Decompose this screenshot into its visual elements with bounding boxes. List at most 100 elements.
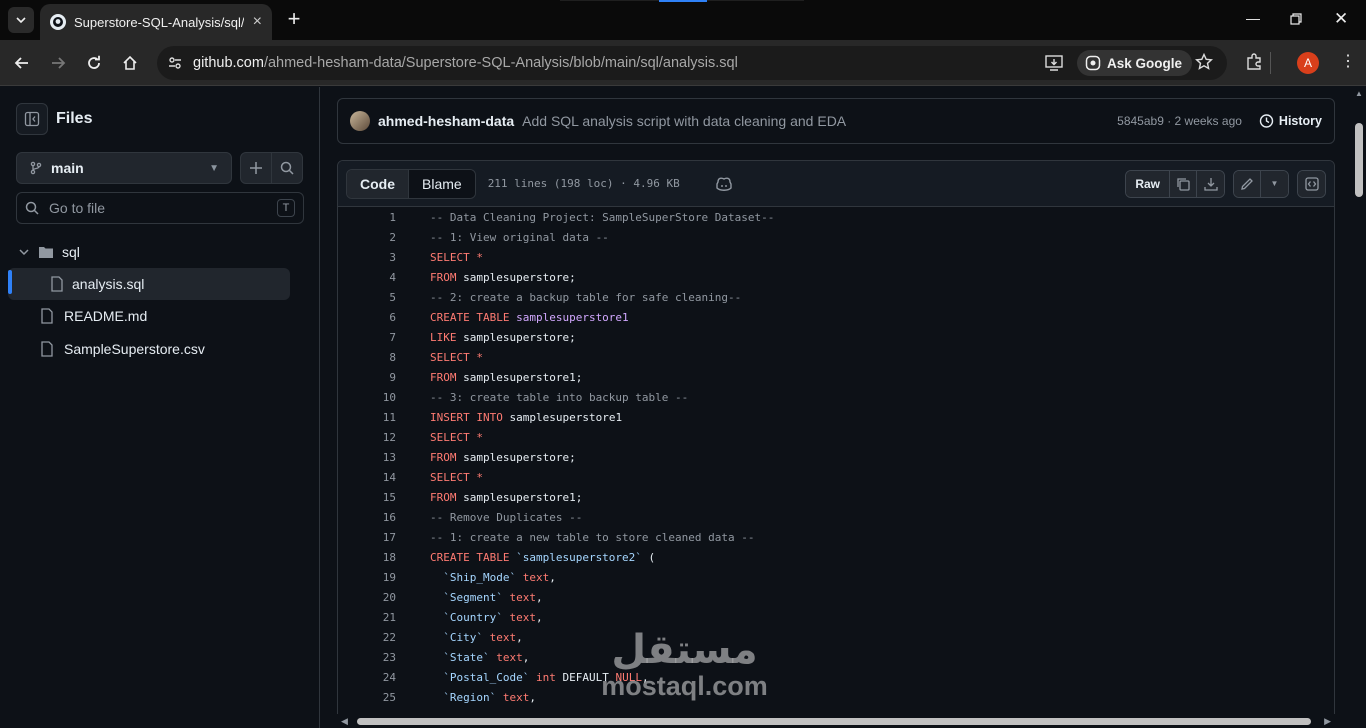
tab-search-button[interactable]	[8, 7, 34, 33]
line-number[interactable]: 18	[338, 548, 396, 568]
edit-button[interactable]	[1234, 170, 1261, 197]
add-file-button[interactable]	[240, 152, 272, 184]
line-number[interactable]: 15	[338, 488, 396, 508]
history-label: History	[1278, 114, 1322, 128]
vertical-scrollbar[interactable]: ▲	[1352, 87, 1366, 728]
sidebar-collapse-icon	[24, 111, 40, 127]
vertical-scroll-thumb[interactable]	[1355, 123, 1363, 197]
collapse-sidebar-button[interactable]	[16, 103, 48, 135]
line-number[interactable]: 24	[338, 668, 396, 688]
reload-button[interactable]	[84, 53, 104, 73]
tree-item-label: README.md	[64, 308, 148, 324]
code-line: 23 `State` text,	[338, 648, 1334, 668]
home-icon	[123, 55, 137, 70]
reload-icon	[88, 55, 100, 69]
menu-kebab-icon[interactable]: ⋮	[1340, 53, 1356, 71]
scroll-up-icon[interactable]: ▲	[1355, 89, 1363, 98]
line-number[interactable]: 8	[338, 348, 396, 368]
line-number[interactable]: 21	[338, 608, 396, 628]
commit-message[interactable]: Add SQL analysis script with data cleani…	[522, 113, 846, 129]
ask-google-button[interactable]: Ask Google	[1077, 50, 1193, 76]
tree-file-csv[interactable]: SampleSuperstore.csv	[8, 333, 290, 365]
branch-selector[interactable]: main ▼	[16, 152, 232, 184]
raw-button[interactable]: Raw	[1126, 170, 1170, 197]
line-number[interactable]: 12	[338, 428, 396, 448]
home-button[interactable]	[120, 53, 140, 73]
scroll-left-icon[interactable]: ◀	[341, 716, 348, 727]
file-icon	[41, 341, 53, 357]
extensions-icon[interactable]	[1245, 53, 1263, 76]
line-number[interactable]: 3	[338, 248, 396, 268]
line-number[interactable]: 22	[338, 628, 396, 648]
line-number[interactable]: 19	[338, 568, 396, 588]
line-number[interactable]: 13	[338, 448, 396, 468]
address-bar[interactable]: github.com/ahmed-hesham-data/Superstore-…	[157, 46, 1227, 80]
install-app-icon[interactable]	[1045, 54, 1063, 77]
close-window-icon[interactable]: ✕	[1334, 9, 1348, 29]
code-text: FROM samplesuperstore;	[430, 448, 576, 468]
tab-title: Superstore-SQL-Analysis/sql/an	[74, 14, 244, 30]
scroll-right-icon[interactable]: ▶	[1324, 716, 1331, 727]
code-token: ,	[529, 691, 536, 704]
download-button[interactable]	[1197, 170, 1224, 197]
code-token: ,	[535, 591, 543, 604]
horizontal-scroll-thumb[interactable]	[357, 718, 1311, 725]
line-number[interactable]: 6	[338, 308, 396, 328]
line-number[interactable]: 16	[338, 508, 396, 528]
forward-button[interactable]	[48, 53, 68, 73]
code-text: FROM samplesuperstore;	[430, 268, 576, 288]
code-token: ,	[522, 651, 530, 664]
line-number[interactable]: 17	[338, 528, 396, 548]
github-icon	[50, 14, 66, 30]
line-number[interactable]: 2	[338, 228, 396, 248]
site-info-icon[interactable]	[165, 53, 185, 73]
line-number[interactable]: 20	[338, 588, 396, 608]
copilot-icon[interactable]	[714, 174, 734, 194]
go-to-file-input[interactable]: Go to file T	[16, 192, 304, 224]
tab-blame[interactable]: Blame	[409, 169, 475, 198]
close-tab-icon[interactable]: ×	[253, 14, 262, 30]
tree-file-readme[interactable]: README.md	[8, 300, 290, 332]
code-token: DEFAULT	[562, 671, 616, 684]
line-number[interactable]: 25	[338, 688, 396, 708]
line-number[interactable]: 10	[338, 388, 396, 408]
line-number[interactable]: 23	[338, 648, 396, 668]
code-token: SELECT *	[430, 431, 483, 444]
minimize-icon[interactable]: —	[1246, 10, 1260, 26]
back-button[interactable]	[12, 53, 32, 73]
tree-folder-sql[interactable]: sql	[8, 236, 290, 268]
code-text: CREATE TABLE samplesuperstore1	[430, 308, 629, 328]
copy-raw-button[interactable]	[1170, 170, 1197, 197]
line-number[interactable]: 9	[338, 368, 396, 388]
edit-dropdown-button[interactable]: ▼	[1261, 170, 1288, 197]
new-tab-button[interactable]: +	[282, 8, 306, 32]
line-number[interactable]: 11	[338, 408, 396, 428]
commit-author[interactable]: ahmed-hesham-data	[378, 113, 514, 129]
browser-tab[interactable]: Superstore-SQL-Analysis/sql/an ×	[40, 4, 272, 40]
search-files-button[interactable]	[271, 152, 303, 184]
code-token: FROM	[430, 451, 464, 464]
tab-code[interactable]: Code	[347, 169, 409, 198]
tree-item-label: SampleSuperstore.csv	[64, 341, 205, 357]
symbols-panel-button[interactable]	[1298, 170, 1325, 197]
line-number[interactable]: 1	[338, 208, 396, 228]
profile-avatar[interactable]: A	[1297, 52, 1319, 74]
code-token: FROM	[430, 491, 464, 504]
horizontal-scrollbar[interactable]: ◀ ▶	[337, 714, 1335, 728]
code-token: `Country`	[443, 611, 503, 624]
author-avatar[interactable]	[350, 111, 370, 131]
line-number[interactable]: 7	[338, 328, 396, 348]
line-number[interactable]: 5	[338, 288, 396, 308]
history-button[interactable]: History	[1258, 113, 1322, 129]
tree-file-analysis-sql[interactable]: analysis.sql	[8, 268, 290, 300]
line-number[interactable]: 4	[338, 268, 396, 288]
code-line: 13 FROM samplesuperstore;	[338, 448, 1334, 468]
line-number[interactable]: 14	[338, 468, 396, 488]
commit-meta[interactable]: 5845ab9 · 2 weeks ago	[1117, 114, 1242, 128]
url-host: github.com	[193, 55, 264, 71]
code-text: -- 2: create a backup table for safe cle…	[430, 288, 741, 308]
bookmark-star-icon[interactable]	[1194, 52, 1214, 76]
restore-icon[interactable]	[1290, 12, 1302, 28]
pencil-icon	[1241, 177, 1253, 190]
